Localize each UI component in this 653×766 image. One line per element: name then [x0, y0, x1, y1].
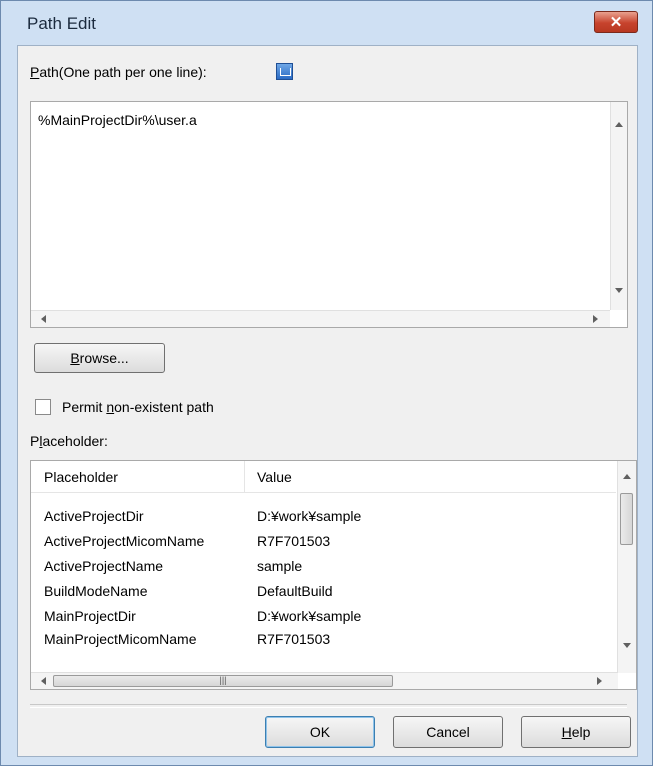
title-bar[interactable]: Path Edit ✕ — [1, 1, 652, 45]
list-vertical-scrollbar[interactable] — [617, 461, 636, 673]
footer-divider — [30, 704, 627, 708]
placeholder-name: ActiveProjectName — [44, 558, 164, 574]
column-header-value[interactable]: Value — [257, 469, 292, 485]
scroll-down-icon[interactable] — [615, 288, 623, 293]
table-row[interactable]: ActiveProjectDir D:¥work¥sample — [31, 506, 616, 528]
scroll-down-icon[interactable] — [623, 643, 631, 648]
placeholder-name: ActiveProjectDir — [44, 508, 144, 524]
placeholder-value: R7F701503 — [257, 631, 331, 647]
placeholder-name: ActiveProjectMicomName — [44, 533, 205, 549]
permit-nonexistent-label[interactable]: Permit non-existent path — [62, 399, 214, 415]
permit-nonexistent-checkbox[interactable] — [35, 399, 51, 415]
scroll-right-icon[interactable] — [593, 315, 598, 323]
scroll-left-icon[interactable] — [41, 315, 46, 323]
path-textarea[interactable]: %MainProjectDir%\user.a — [30, 101, 628, 328]
placeholder-label: Placeholder: — [30, 433, 108, 449]
column-divider[interactable] — [244, 461, 245, 492]
close-button[interactable]: ✕ — [594, 11, 638, 33]
list-header: Placeholder Value — [31, 461, 616, 493]
table-row[interactable]: MainProjectMicomName R7F701503 — [31, 629, 616, 649]
placeholder-value: sample — [257, 558, 303, 574]
ok-button[interactable]: OK — [265, 716, 375, 748]
browse-button[interactable]: Browse... — [34, 343, 165, 373]
table-row[interactable]: BuildModeName DefaultBuild — [31, 581, 616, 603]
placeholder-list[interactable]: Placeholder Value ActiveProjectDir D:¥wo… — [30, 460, 637, 690]
placeholder-name: BuildModeName — [44, 583, 148, 599]
path-text: %MainProjectDir%\user.a — [38, 112, 197, 128]
placeholder-name: MainProjectMicomName — [44, 631, 197, 647]
table-row[interactable]: MainProjectDir D:¥work¥sample — [31, 606, 616, 628]
placeholder-value: DefaultBuild — [257, 583, 333, 599]
vertical-scroll-thumb[interactable] — [620, 493, 633, 545]
placeholder-value: R7F701503 — [257, 533, 331, 549]
help-button[interactable]: Help — [521, 716, 631, 748]
grip-icon: ||| — [219, 675, 227, 685]
scroll-right-icon[interactable] — [597, 677, 602, 685]
path-vertical-scrollbar[interactable] — [610, 102, 627, 310]
column-header-placeholder[interactable]: Placeholder — [44, 469, 118, 485]
scroll-left-icon[interactable] — [41, 677, 46, 685]
dialog-body: Path(One path per one line): %MainProjec… — [17, 45, 638, 757]
scroll-up-icon[interactable] — [623, 474, 631, 479]
path-edit-dialog: Path Edit ✕ Path(One path per one line):… — [0, 0, 653, 766]
cancel-button[interactable]: Cancel — [393, 716, 503, 748]
close-icon: ✕ — [609, 14, 623, 31]
dialog-title: Path Edit — [27, 14, 96, 33]
path-horizontal-scrollbar[interactable] — [31, 310, 610, 327]
horizontal-scroll-thumb[interactable]: ||| — [53, 675, 393, 687]
table-row[interactable]: ActiveProjectMicomName R7F701503 — [31, 531, 616, 553]
path-label: Path(One path per one line): — [30, 64, 207, 80]
table-row[interactable]: ActiveProjectName sample — [31, 556, 616, 578]
placeholder-insert-icon[interactable] — [276, 63, 293, 80]
scroll-up-icon[interactable] — [615, 122, 623, 127]
list-horizontal-scrollbar[interactable]: ||| — [31, 672, 618, 689]
placeholder-value: D:¥work¥sample — [257, 608, 362, 624]
placeholder-value: D:¥work¥sample — [257, 508, 362, 524]
placeholder-name: MainProjectDir — [44, 608, 136, 624]
